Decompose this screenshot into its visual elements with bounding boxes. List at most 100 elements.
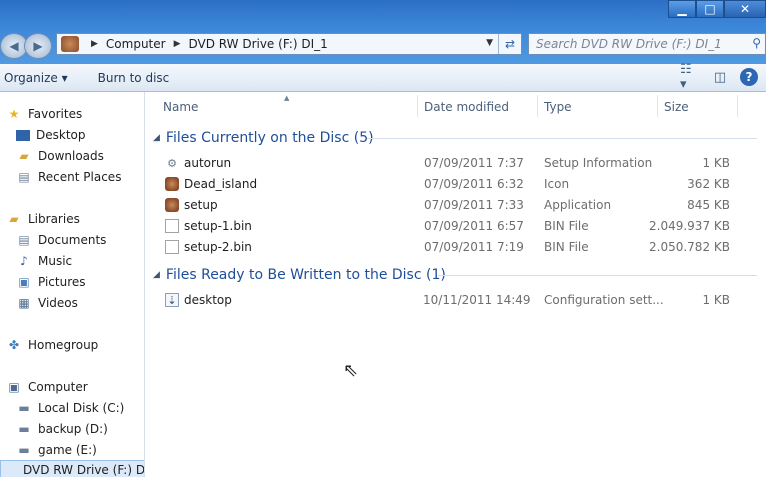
column-header-size[interactable]: Size (664, 97, 689, 117)
group-title: Files Ready to Be Written to the Disc (1… (165, 267, 446, 283)
star-icon: ★ (8, 107, 20, 121)
recent-places-icon: ▤ (18, 170, 30, 184)
computer-icon: ▣ (8, 380, 20, 394)
desktop-icon (16, 129, 30, 141)
documents-icon: ▤ (18, 233, 30, 247)
music-icon: ♪ (20, 254, 28, 268)
maximize-button[interactable]: □ (696, 0, 724, 18)
sidebar-item-game-e[interactable]: ▬ game (E:) (0, 440, 97, 460)
game-icon (165, 198, 179, 212)
videos-icon: ▦ (18, 296, 30, 310)
file-type: Configuration sett... (544, 293, 664, 307)
forward-button[interactable]: ▶ (24, 33, 52, 59)
column-header-date[interactable]: Date modified (424, 97, 509, 117)
column-divider[interactable] (537, 95, 538, 117)
breadcrumb-drive[interactable]: DVD RW Drive (F:) DI_1 (189, 37, 328, 51)
file-size: 1 KB (702, 156, 730, 170)
search-icon[interactable]: ⚲ (752, 36, 761, 50)
file-name: desktop (184, 293, 232, 307)
close-button[interactable]: ✕ (724, 0, 766, 18)
sidebar-item-desktop[interactable]: Desktop (0, 125, 86, 145)
file-size: 845 KB (687, 198, 730, 212)
file-row[interactable]: setup-1.bin 07/09/2011 6:57 BIN File 2.0… (145, 216, 766, 237)
sidebar-item-local-disk-c[interactable]: ▬ Local Disk (C:) (0, 398, 124, 418)
breadcrumb-computer[interactable]: Computer (106, 37, 166, 51)
collapse-icon[interactable]: ◢ (153, 133, 160, 143)
sidebar-label: Homegroup (28, 338, 99, 352)
blank-file-icon (165, 219, 179, 233)
sidebar-item-videos[interactable]: ▦ Videos (0, 293, 78, 313)
sidebar-item-computer[interactable]: ▣ Computer (0, 377, 87, 397)
file-row[interactable]: setup-2.bin 07/09/2011 7:19 BIN File 2.0… (145, 237, 766, 258)
sidebar-label: Local Disk (C:) (38, 401, 125, 415)
sidebar-label: Libraries (28, 212, 80, 226)
sidebar-item-music[interactable]: ♪ Music (0, 251, 72, 271)
burn-to-disc-button[interactable]: Burn to disc (94, 71, 174, 85)
sidebar-label: game (E:) (38, 443, 97, 457)
view-options-icon[interactable]: ☷ ▾ (680, 62, 700, 92)
file-type: Icon (544, 177, 570, 191)
file-date: 07/09/2011 7:37 (424, 156, 524, 170)
column-header-type[interactable]: Type (544, 97, 572, 117)
sidebar-label: Pictures (38, 275, 86, 289)
file-type: BIN File (544, 240, 589, 254)
hard-drive-icon: ▬ (18, 422, 30, 436)
blank-file-icon (165, 240, 179, 254)
sidebar-label: DVD RW Drive (F:) DI_1 (23, 463, 145, 477)
sidebar-item-pictures[interactable]: ▣ Pictures (0, 272, 86, 292)
sidebar-label: Documents (38, 233, 107, 247)
sidebar-item-recent-places[interactable]: ▤ Recent Places (0, 167, 121, 187)
file-type: Application (544, 198, 612, 212)
file-type: Setup Information (544, 156, 653, 170)
file-list: ▲ Name Date modified Type Size ◢ Files C… (145, 92, 766, 477)
help-icon[interactable]: ? (740, 68, 758, 86)
sidebar-label: Recent Places (38, 170, 122, 184)
minimize-button[interactable]: ▁ (668, 0, 696, 18)
file-row[interactable]: ⇣ desktop 10/11/2011 14:49 Configuration… (145, 290, 766, 311)
file-row[interactable]: Dead_island 07/09/2011 6:32 Icon 362 KB (145, 174, 766, 195)
command-bar: Organize ▾ Burn to disc ☷ ▾ ◫ ? (0, 62, 766, 92)
column-divider[interactable] (417, 95, 418, 117)
column-divider[interactable] (657, 95, 658, 117)
file-name: Dead_island (184, 177, 258, 191)
game-icon (165, 177, 179, 191)
file-date: 07/09/2011 6:32 (424, 177, 524, 191)
drive-icon (61, 36, 79, 52)
toolbar-right: ☷ ▾ ◫ ? (680, 62, 758, 92)
sidebar-item-libraries[interactable]: ▰ Libraries (0, 209, 80, 229)
file-date: 07/09/2011 6:57 (424, 219, 524, 233)
preview-pane-icon[interactable]: ◫ (710, 68, 730, 86)
inf-file-icon: ⚙ (167, 156, 177, 170)
window-controls: ▁ □ ✕ (668, 0, 766, 18)
file-name: setup-1.bin (184, 219, 252, 233)
column-header-name[interactable]: Name (163, 97, 198, 117)
file-name: setup (184, 198, 218, 212)
file-size: 362 KB (687, 177, 730, 191)
group-header-on-disc[interactable]: ◢ Files Currently on the Disc (5) (153, 129, 374, 147)
address-bar[interactable]: ▶ Computer ▶ DVD RW Drive (F:) DI_1 ▼ ⇄ (56, 33, 522, 55)
organize-button[interactable]: Organize ▾ (0, 71, 72, 85)
file-row[interactable]: ⚙ autorun 07/09/2011 7:37 Setup Informat… (145, 153, 766, 174)
search-input[interactable]: Search DVD RW Drive (F:) DI_1 ⚲ (528, 33, 766, 55)
collapse-icon[interactable]: ◢ (153, 270, 160, 280)
group-header-ready-to-write[interactable]: ◢ Files Ready to Be Written to the Disc … (153, 266, 446, 284)
chevron-down-icon[interactable]: ▼ (486, 38, 493, 48)
group-divider (367, 138, 757, 139)
navigation-pane: ★ Favorites Desktop ▰ Downloads ▤ Recent… (0, 92, 145, 477)
sidebar-label: Music (38, 254, 73, 268)
file-date: 07/09/2011 7:33 (424, 198, 524, 212)
sidebar-label: backup (D:) (38, 422, 108, 436)
sidebar-item-favorites[interactable]: ★ Favorites (0, 104, 83, 124)
sidebar-item-dvd-drive-f[interactable]: DVD RW Drive (F:) DI_1 (0, 460, 145, 477)
sidebar-item-documents[interactable]: ▤ Documents (0, 230, 106, 250)
sidebar-item-homegroup[interactable]: ✤ Homegroup (0, 335, 98, 355)
sidebar-item-downloads[interactable]: ▰ Downloads (0, 146, 104, 166)
sidebar-label: Downloads (38, 149, 104, 163)
column-divider[interactable] (737, 95, 738, 117)
refresh-icon[interactable]: ⇄ (498, 34, 521, 54)
nav-buttons: ◀ ▶ (0, 33, 52, 59)
file-row[interactable]: setup 07/09/2011 7:33 Application 845 KB (145, 195, 766, 216)
sidebar-item-backup-d[interactable]: ▬ backup (D:) (0, 419, 108, 439)
sidebar-label: Videos (38, 296, 78, 310)
hard-drive-icon: ▬ (18, 443, 30, 457)
